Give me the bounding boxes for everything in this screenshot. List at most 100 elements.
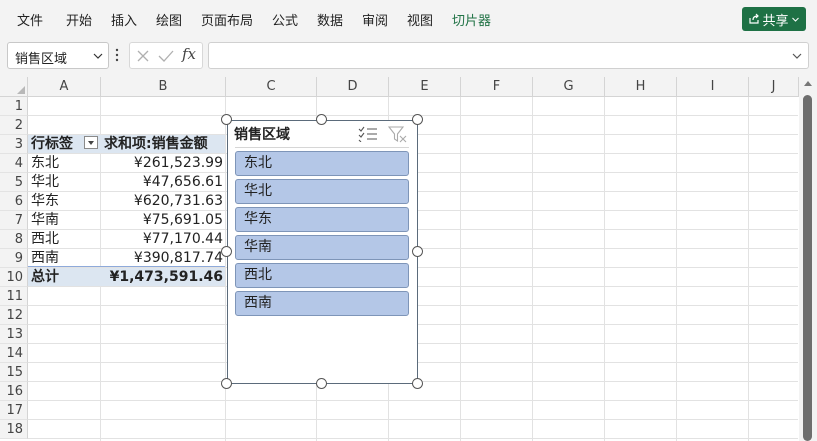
column-header-f[interactable]: F [461, 77, 533, 97]
tab-slicer[interactable]: 切片器 [452, 10, 491, 29]
resize-handle-top-right[interactable] [412, 114, 423, 125]
more-options-icon[interactable] [115, 48, 119, 62]
resize-handle-left[interactable] [221, 246, 232, 257]
name-box-value: 销售区域 [15, 52, 68, 67]
column-header-j[interactable]: J [749, 77, 799, 97]
column-header-c[interactable]: C [226, 77, 317, 97]
pivot-row-label[interactable]: 华南 [31, 211, 59, 230]
pivot-row-value[interactable]: ¥75,691.05 [101, 211, 223, 230]
dropdown-arrow-icon [88, 141, 94, 145]
column-header-g[interactable]: G [533, 77, 605, 97]
row-header[interactable]: 5 [0, 173, 28, 192]
multi-select-icon[interactable] [358, 126, 378, 142]
column-header-b[interactable]: B [101, 77, 226, 97]
row-header[interactable]: 2 [0, 116, 28, 135]
pivot-filter-button[interactable] [84, 136, 98, 149]
pivot-total-value[interactable]: ¥1,473,591.46 [101, 268, 223, 287]
check-icon[interactable] [158, 49, 174, 63]
pivot-row-value[interactable]: ¥620,731.63 [101, 192, 223, 211]
cancel-icon[interactable] [136, 49, 150, 63]
pivot-total-label[interactable]: 总计 [31, 268, 59, 287]
row-header[interactable]: 7 [0, 211, 28, 230]
clear-filter-icon[interactable] [388, 126, 408, 143]
row-header[interactable]: 1 [0, 97, 28, 116]
share-label: 共享 [762, 13, 789, 29]
row-header[interactable]: 14 [0, 344, 28, 363]
pivot-row-value[interactable]: ¥77,170.44 [101, 230, 223, 249]
share-button[interactable]: 共享 [742, 7, 806, 31]
row-header[interactable]: 3 [0, 135, 28, 154]
resize-handle-bottom[interactable] [316, 378, 327, 389]
tab-view[interactable]: 视图 [407, 10, 433, 29]
scrollbar-thumb[interactable] [803, 95, 812, 441]
formula-bar: 销售区域 fx [0, 38, 817, 74]
tab-data[interactable]: 数据 [317, 10, 343, 29]
row-header[interactable]: 8 [0, 230, 28, 249]
slicer-item[interactable]: 西南 [235, 291, 409, 316]
slicer-item[interactable]: 华北 [235, 179, 409, 204]
formula-input[interactable] [208, 42, 809, 69]
gridline [460, 97, 461, 441]
resize-handle-top[interactable] [316, 114, 327, 125]
tab-review[interactable]: 审阅 [362, 10, 388, 29]
column-header-d[interactable]: D [317, 77, 389, 97]
insert-function-button[interactable]: fx [182, 45, 196, 63]
tab-draw[interactable]: 绘图 [156, 10, 182, 29]
tab-formulas[interactable]: 公式 [272, 10, 298, 29]
tab-insert[interactable]: 插入 [111, 10, 137, 29]
row-header[interactable]: 6 [0, 192, 28, 211]
row-header[interactable]: 10 [0, 268, 28, 287]
row-header[interactable]: 12 [0, 306, 28, 325]
select-all-corner[interactable] [0, 77, 28, 97]
row-header[interactable]: 18 [0, 420, 28, 439]
pivot-row-label[interactable]: 西南 [31, 249, 59, 268]
name-box[interactable]: 销售区域 [7, 42, 109, 69]
pivot-row-value[interactable]: ¥261,523.99 [101, 154, 223, 173]
gridline [532, 97, 533, 441]
gridline [604, 97, 605, 441]
chevron-down-icon[interactable] [792, 51, 802, 61]
slicer-item[interactable]: 华南 [235, 235, 409, 260]
formula-tools: fx [129, 42, 203, 69]
select-all-triangle-icon [17, 86, 25, 94]
gridline [28, 400, 798, 401]
tab-home[interactable]: 开始 [66, 10, 92, 29]
scroll-up-arrow-icon[interactable] [804, 81, 812, 86]
slicer-item[interactable]: 华东 [235, 207, 409, 232]
pivot-row-value[interactable]: ¥47,656.61 [101, 173, 223, 192]
column-header-e[interactable]: E [389, 77, 461, 97]
resize-handle-bottom-left[interactable] [221, 378, 232, 389]
row-header[interactable]: 15 [0, 363, 28, 382]
row-header[interactable]: 13 [0, 325, 28, 344]
row-header[interactable]: 11 [0, 287, 28, 306]
column-header-a[interactable]: A [28, 77, 101, 97]
resize-handle-bottom-right[interactable] [412, 378, 423, 389]
gridline [28, 419, 798, 420]
resize-handle-right[interactable] [412, 246, 423, 257]
resize-handle-top-left[interactable] [221, 114, 232, 125]
column-header-i[interactable]: I [677, 77, 749, 97]
row-header[interactable]: 17 [0, 401, 28, 420]
pivot-row-label[interactable]: 东北 [31, 154, 59, 173]
row-header[interactable]: 16 [0, 382, 28, 401]
slicer-header: 销售区域 [234, 124, 410, 146]
pivot-row-label[interactable]: 华东 [31, 192, 59, 211]
slicer-item[interactable]: 东北 [235, 151, 409, 176]
chevron-down-icon[interactable] [93, 51, 103, 61]
slicer-item[interactable]: 西北 [235, 263, 409, 288]
row-header[interactable]: 9 [0, 249, 28, 268]
slicer-title: 销售区域 [234, 127, 290, 143]
chevron-down-icon [791, 17, 799, 22]
pivot-value-header[interactable]: 求和项:销售金额 [104, 135, 208, 154]
tab-page-layout[interactable]: 页面布局 [201, 10, 253, 29]
pivot-row-value[interactable]: ¥390,817.74 [101, 249, 223, 268]
ribbon-menu-bar: 文件 开始 插入 绘图 页面布局 公式 数据 审阅 视图 切片器 共享 [0, 0, 817, 38]
pivot-row-label-header[interactable]: 行标签 [31, 135, 73, 154]
slicer-divider [235, 147, 409, 148]
pivot-row-label[interactable]: 西北 [31, 230, 59, 249]
slicer-panel[interactable]: 销售区域 东北 华北 华东 华南 西北 西南 [227, 120, 418, 384]
pivot-row-label[interactable]: 华北 [31, 173, 59, 192]
tab-file[interactable]: 文件 [17, 10, 43, 29]
column-header-h[interactable]: H [605, 77, 677, 97]
row-header[interactable]: 4 [0, 154, 28, 173]
